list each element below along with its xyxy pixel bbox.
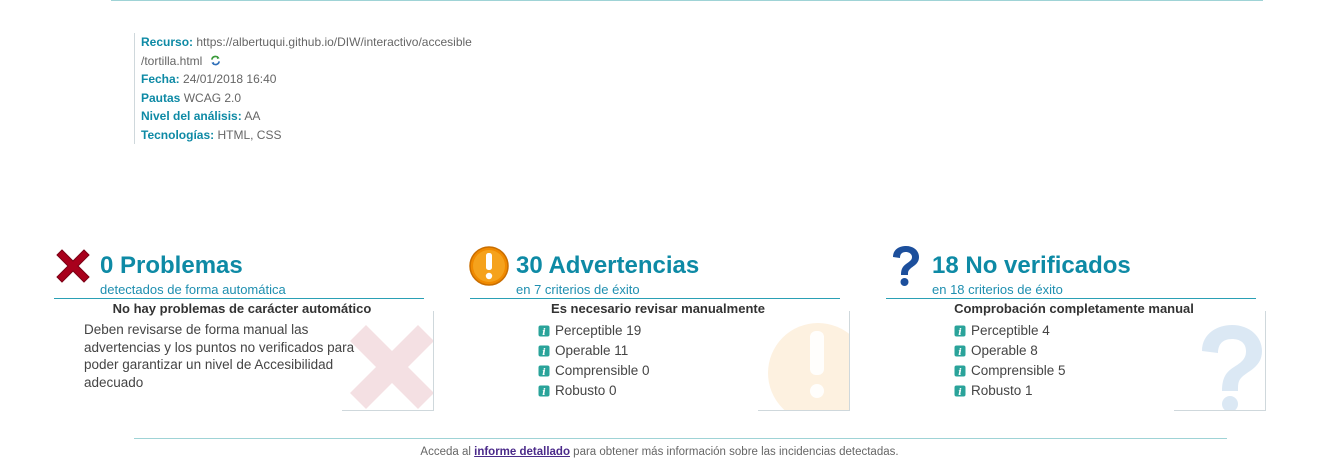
svg-text:i: i	[542, 368, 546, 377]
info-icon: i	[538, 345, 550, 357]
info-icon: i	[954, 325, 966, 337]
list-item[interactable]: i Operable 11	[538, 341, 650, 361]
list-item[interactable]: i Comprensible 0	[538, 361, 650, 381]
footer-note: Acceda al informe detallado para obtener…	[0, 446, 1319, 458]
list-item[interactable]: i Robusto 0	[538, 381, 650, 401]
resource-label: Recurso:	[141, 35, 194, 49]
resource-row: Recurso: https://albertuqui.github.io/DI…	[141, 33, 501, 52]
technologies-row: Tecnologías: HTML, CSS	[141, 126, 501, 145]
warnings-subline: en 7 criterios de éxito	[516, 282, 640, 297]
list-item-label: Comprensible 5	[971, 363, 1066, 378]
problems-description: Deben revisarse de forma manual las adve…	[84, 322, 355, 390]
level-label: Nivel del análisis:	[141, 109, 242, 123]
svg-text:i: i	[542, 388, 546, 397]
svg-text:i: i	[958, 368, 962, 377]
detailed-report-link[interactable]: informe detallado	[474, 446, 570, 458]
technologies-value: HTML, CSS	[217, 127, 282, 142]
unverified-panel: 18 No verificados en 18 criterios de éxi…	[884, 245, 1266, 415]
list-item-label: Operable 8	[971, 343, 1038, 358]
error-cross-icon	[56, 249, 90, 283]
svg-text:i: i	[958, 348, 962, 357]
date-row: Fecha: 24/01/2018 16:40	[141, 70, 501, 89]
warnings-list: i Perceptible 19 i Operable 11 i Compren…	[538, 321, 650, 401]
problems-subline: detectados de forma automática	[100, 282, 286, 297]
info-icon: i	[538, 325, 550, 337]
info-icon: i	[538, 365, 550, 377]
unverified-headline: 18 No verificados	[932, 252, 1131, 279]
unverified-list: i Perceptible 4 i Operable 8 i Comprensi…	[954, 321, 1066, 401]
list-item[interactable]: i Perceptible 19	[538, 321, 650, 341]
svg-text:i: i	[958, 328, 962, 337]
svg-text:i: i	[958, 388, 962, 397]
guidelines-label: Pautas	[141, 90, 181, 105]
list-item[interactable]: i Robusto 1	[954, 381, 1066, 401]
warning-exclamation-icon	[469, 246, 509, 286]
technologies-label: Tecnologías:	[141, 127, 215, 142]
problems-panel: 0 Problemas detectados de forma automáti…	[52, 245, 434, 415]
problems-divider	[54, 298, 424, 299]
list-item-label: Operable 11	[555, 343, 629, 358]
resource-url-line2: /tortilla.html	[141, 53, 203, 68]
list-item-label: Perceptible 19	[555, 323, 642, 338]
svg-text:i: i	[542, 328, 546, 337]
warnings-headline: 30 Advertencias	[516, 252, 700, 279]
date-value: 24/01/2018 16:40	[183, 72, 277, 86]
refresh-icon[interactable]	[210, 55, 221, 66]
footer-prefix: Acceda al	[420, 446, 475, 458]
question-watermark-icon	[1174, 311, 1266, 411]
level-row: Nivel del análisis: AA	[141, 107, 501, 126]
resource-url-line1: https://albertuqui.github.io/DIW/interac…	[196, 35, 472, 49]
svg-text:i: i	[542, 348, 546, 357]
warnings-divider	[470, 298, 840, 299]
list-item[interactable]: i Operable 8	[954, 341, 1066, 361]
guidelines-row: Pautas WCAG 2.0	[141, 89, 501, 108]
list-item[interactable]: i Comprensible 5	[954, 361, 1066, 381]
top-divider	[111, 0, 1263, 1]
warnings-panel: 30 Advertencias en 7 criterios de éxito …	[468, 245, 850, 415]
guidelines-value: WCAG 2.0	[183, 90, 242, 105]
info-icon: i	[954, 345, 966, 357]
bottom-divider	[134, 438, 1227, 439]
problems-headline: 0 Problemas	[100, 252, 243, 279]
resource-url-row: /tortilla.html	[141, 52, 501, 71]
footer-suffix: para obtener más información sobre las i…	[569, 446, 899, 458]
unverified-divider	[886, 298, 1256, 299]
date-label: Fecha:	[141, 72, 180, 86]
unverified-subline: en 18 criterios de éxito	[932, 282, 1063, 297]
list-item-label: Perceptible 4	[971, 323, 1050, 338]
list-item[interactable]: i Perceptible 4	[954, 321, 1066, 341]
question-mark-icon	[893, 246, 919, 286]
info-icon: i	[954, 365, 966, 377]
resource-summary: Recurso: https://albertuqui.github.io/DI…	[134, 33, 501, 144]
warning-watermark-icon	[758, 311, 850, 411]
info-icon: i	[538, 385, 550, 397]
info-icon: i	[954, 385, 966, 397]
list-item-label: Robusto 0	[555, 383, 617, 398]
list-item-label: Robusto 1	[971, 383, 1033, 398]
level-value: AA	[244, 109, 261, 123]
list-item-label: Comprensible 0	[555, 363, 650, 378]
